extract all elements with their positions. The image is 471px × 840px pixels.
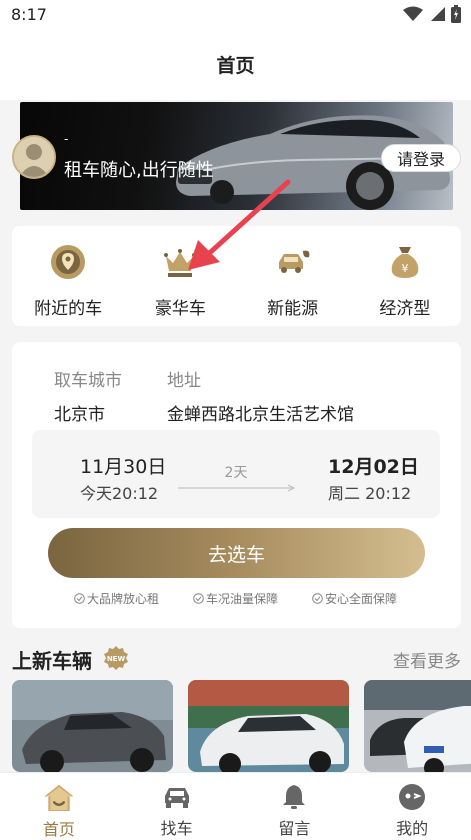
booking-card: 取车城市 地址 北京市 金蝉西路北京生活艺术馆 11月30日 今天20:12 2… [12, 342, 461, 628]
avatar-person-icon [14, 137, 54, 177]
pickup-city-select[interactable]: 北京市 [54, 400, 105, 425]
view-more-link[interactable]: 查看更多 [393, 647, 461, 672]
check-circle-icon [312, 593, 323, 604]
banner-slogan: 租车随心,出行随性 [64, 160, 214, 181]
status-bar: 8:17 [0, 0, 471, 28]
vehicle-card[interactable] [12, 680, 173, 772]
user-name: - [64, 132, 69, 146]
tab-label: 找车 [160, 819, 193, 838]
bell-icon [283, 785, 306, 809]
category-label: 豪华车 [154, 299, 206, 319]
address-label: 地址 [167, 371, 201, 391]
category-label: 经济型 [379, 299, 431, 319]
tab-find-car[interactable]: 找车 [118, 773, 236, 840]
home-icon [44, 784, 74, 812]
date-range-picker[interactable]: 11月30日 今天20:12 2天 12月02日 周二 20:12 [32, 430, 440, 518]
status-time: 8:17 [11, 4, 47, 24]
bottom-tab-bar: 首页 找车 留言 我的 [0, 772, 471, 840]
avatar[interactable] [12, 135, 56, 179]
tab-home[interactable]: 首页 [0, 773, 118, 840]
money-bag-icon: ¥ [385, 242, 425, 282]
pickup-city-label: 取车城市 [54, 371, 122, 391]
vehicle-image [12, 680, 173, 772]
tab-messages[interactable]: 留言 [236, 773, 354, 840]
guarantee-item: 安心全面保障 [312, 590, 397, 607]
vehicle-image [188, 680, 349, 772]
vehicle-image [364, 680, 471, 772]
tab-label: 我的 [396, 819, 429, 838]
tab-label: 留言 [278, 819, 311, 838]
category-new-energy[interactable]: 新能源 [237, 226, 349, 326]
svg-text:¥: ¥ [401, 262, 408, 275]
wifi-icon [403, 6, 423, 21]
address-select[interactable]: 金蝉西路北京生活艺术馆 [167, 400, 354, 425]
svg-text:NEW: NEW [107, 655, 126, 663]
new-vehicles-list [12, 680, 471, 772]
page-title: 首页 [216, 54, 255, 77]
vehicle-card[interactable] [364, 680, 471, 772]
login-button[interactable]: 请登录 [381, 144, 461, 172]
car-icon [164, 788, 189, 808]
category-grid: 附近的车 豪华车 新能源 ¥ 经济型 [12, 226, 461, 326]
duration-arrow-icon [178, 484, 296, 492]
choose-car-button[interactable]: 去选车 [48, 528, 425, 578]
check-circle-icon [74, 593, 85, 604]
guarantee-item: 大品牌放心租 [74, 590, 159, 607]
ev-car-icon [273, 242, 313, 282]
return-date: 12月02日 [328, 456, 419, 478]
tab-label: 首页 [42, 820, 75, 839]
category-economy[interactable]: ¥ 经济型 [349, 226, 461, 326]
return-time: 周二 20:12 [328, 484, 412, 503]
location-pin-icon [48, 242, 88, 282]
category-luxury[interactable]: 豪华车 [124, 226, 236, 326]
profile-icon [399, 784, 426, 810]
new-badge: NEW [104, 646, 128, 670]
check-circle-icon [193, 593, 204, 604]
crown-icon [160, 242, 200, 282]
top-bar: 首页 [0, 28, 471, 100]
category-nearby[interactable]: 附近的车 [12, 226, 124, 326]
tab-profile[interactable]: 我的 [353, 773, 471, 840]
category-label: 新能源 [267, 299, 319, 319]
category-label: 附近的车 [34, 299, 103, 319]
new-vehicles-header: 上新车辆 NEW 查看更多 [12, 645, 461, 673]
guarantee-item: 车况油量保障 [193, 590, 278, 607]
vehicle-card[interactable] [188, 680, 349, 772]
battery-icon [451, 5, 461, 23]
section-title: 上新车辆 [12, 649, 92, 673]
signal-icon [431, 7, 445, 21]
pickup-time: 今天20:12 [80, 484, 159, 503]
